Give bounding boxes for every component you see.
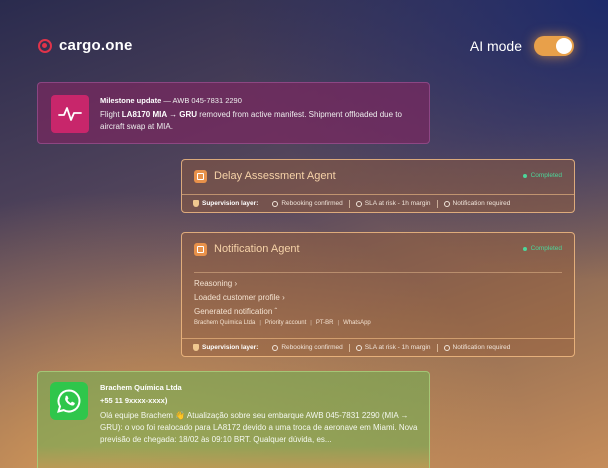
toggle-knob (556, 38, 572, 54)
ai-mode-control: AI mode (470, 36, 574, 56)
customer-profile-toggle[interactable]: Loaded customer profile › (194, 291, 562, 305)
milestone-text-prefix: Flight (100, 110, 122, 119)
milestone-title: Milestone update (100, 96, 162, 105)
divider (194, 272, 562, 273)
shield-icon (193, 200, 199, 207)
supervision-layer-bar: Supervision layer: Rebooking confirmed S… (182, 338, 574, 356)
message-text: Olá equipe Brachem 👋 Atualização sobre s… (100, 411, 418, 444)
status-label: Completed (530, 245, 562, 252)
fade-overlay (38, 446, 429, 468)
milestone-update-card: Milestone update — AWB 045-7831 2290 Fli… (37, 82, 430, 144)
tag: WhatsApp (343, 320, 371, 326)
supervision-item: SLA at risk - 1h margin (350, 200, 437, 207)
chevron-right-icon: › (234, 279, 238, 288)
supervision-item: Rebooking confirmed (266, 344, 348, 351)
pulse-icon (51, 95, 89, 133)
supervision-item-label: Rebooking confirmed (281, 344, 343, 351)
check-circle-icon (355, 200, 362, 207)
reasoning-toggle[interactable]: Reasoning › (194, 277, 562, 291)
generated-notification-toggle[interactable]: Generated notification ˆ (194, 305, 562, 319)
status-badge: Completed (522, 245, 562, 252)
agent-title: Notification Agent (214, 243, 300, 255)
supervision-item-label: Rebooking confirmed (281, 200, 343, 207)
check-circle-icon (443, 200, 450, 207)
supervision-item-label: Notification required (452, 344, 511, 351)
supervision-item: Rebooking confirmed (266, 200, 348, 207)
ai-mode-label: AI mode (469, 38, 522, 54)
notification-agent-card: Notification Agent Completed Reasoning ›… (181, 232, 575, 357)
contact-name: Brachem Química Ltda (100, 383, 182, 392)
check-circle-icon (443, 344, 450, 351)
supervision-item: SLA at risk - 1h margin (350, 344, 437, 351)
whatsapp-text: Brachem Química Ltda +55 11 9xxxx-xxxx) … (100, 382, 422, 446)
whatsapp-message-card: Brachem Química Ltda +55 11 9xxxx-xxxx) … (37, 371, 430, 468)
supervision-item: Notification required (438, 200, 517, 207)
status-dot-icon (522, 246, 527, 251)
row-label: Generated notification (194, 307, 273, 316)
supervision-label: Supervision layer: (202, 200, 259, 207)
milestone-text: Milestone update — AWB 045-7831 2290 Fli… (100, 95, 420, 133)
agent-icon (194, 170, 207, 183)
check-circle-icon (355, 344, 362, 351)
milestone-awb: — AWB 045-7831 2290 (163, 96, 242, 105)
check-circle-icon (272, 200, 279, 207)
shield-icon (193, 344, 199, 351)
cargo-one-logo-icon (38, 38, 52, 53)
tag: Brachem Química Ltda (194, 320, 256, 326)
delay-assessment-agent-card: Delay Assessment Agent Completed Supervi… (181, 159, 575, 213)
tag: Priority account (264, 320, 307, 326)
chevron-up-icon: ˆ (274, 307, 278, 316)
chevron-right-icon: › (282, 293, 285, 302)
whatsapp-icon (50, 382, 88, 420)
brand-logo: cargo.one (38, 37, 132, 54)
supervision-layer-bar: Supervision layer: Rebooking confirmed S… (182, 194, 574, 212)
tag: PT-BR (315, 320, 334, 326)
check-circle-icon (272, 344, 279, 351)
status-dot-icon (522, 173, 527, 178)
supervision-item-label: Notification required (452, 200, 511, 207)
ai-mode-toggle[interactable] (534, 36, 574, 56)
milestone-flight: LA8170 MIA → GRU (121, 110, 198, 119)
supervision-label: Supervision layer: (202, 344, 259, 351)
row-label: Loaded customer profile (194, 293, 280, 302)
customer-tags: Brachem Química Ltda | Priority account | … (194, 320, 371, 326)
status-label: Completed (530, 172, 562, 179)
brand-name: cargo.one (59, 37, 133, 54)
agent-icon (194, 243, 207, 256)
supervision-item: Notification required (438, 344, 517, 351)
supervision-item-label: SLA at risk - 1h margin (364, 344, 431, 351)
supervision-item-label: SLA at risk - 1h margin (364, 200, 431, 207)
contact-phone: +55 11 9xxxx-xxxx) (100, 396, 168, 405)
row-label: Reasoning (194, 279, 233, 288)
agent-title: Delay Assessment Agent (214, 170, 336, 182)
status-badge: Completed (522, 172, 562, 179)
